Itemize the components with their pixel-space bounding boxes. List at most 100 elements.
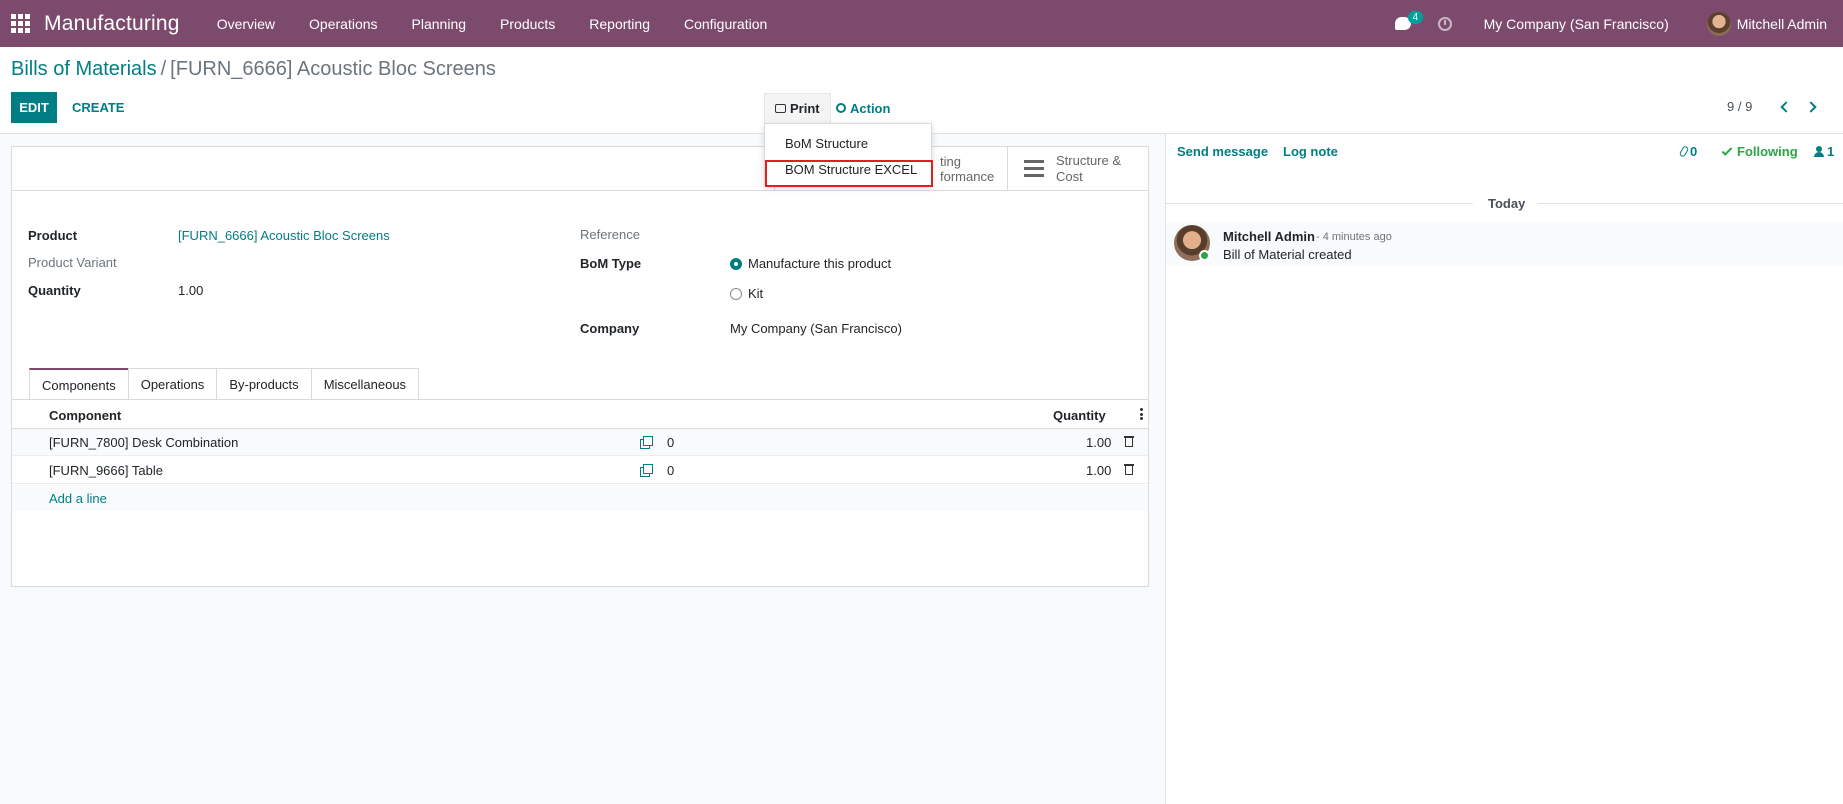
trash-icon[interactable] [1124,463,1134,475]
printer-icon [775,104,786,113]
breadcrumb-separator: / [160,58,167,80]
breadcrumb-current: [FURN_6666] Acoustic Bloc Screens [170,58,496,80]
radio-checked-icon [730,257,742,270]
column-header-quantity[interactable]: Quantity [1053,408,1106,423]
main-menu: Overview Operations Planning Products Re… [200,0,785,47]
attachments-button[interactable]: 0 [1678,144,1698,159]
print-menu-bom-structure-excel[interactable]: BOM Structure EXCEL [785,162,917,177]
bom-type-kit-option[interactable]: Kit [730,286,763,301]
check-icon [1721,144,1733,156]
table-row[interactable]: [FURN_7800] Desk Combination 0 1.00 [12,429,1148,456]
add-a-line-link[interactable]: Add a line [49,491,107,506]
reference-label: Reference [580,227,640,242]
routing-label-line1: ting [940,154,961,169]
table-row[interactable]: [FURN_9666] Table 0 1.00 [12,457,1148,484]
quantity-value: 1.00 [178,283,204,298]
notebook-tabs: Components Operations By-products Miscel… [29,368,420,400]
user-avatar [1706,11,1731,36]
print-menu-bom-structure[interactable]: BoM Structure [785,136,868,151]
product-label: Product [28,228,78,243]
chevron-right-icon [1804,101,1817,113]
company-value: My Company (San Francisco) [730,321,902,336]
action-label: Action [850,100,891,116]
optional-columns-kebab-icon[interactable] [1140,408,1143,420]
chatter-message: Mitchell Admin - 4 minutes ago Bill of M… [1166,222,1843,266]
gear-icon [836,103,846,113]
chat-count-badge: 4 [1407,11,1424,24]
user-name: Mitchell Admin [1736,15,1827,32]
print-dropdown-menu: BoM Structure BOM Structure EXCEL [764,123,932,186]
trash-icon[interactable] [1124,435,1134,447]
tab-components[interactable]: Components [29,368,129,400]
apps-menu-icon[interactable] [0,0,40,47]
action-dropdown-button[interactable]: Action [832,93,894,123]
component-count-cell: 0 [667,435,675,450]
create-button[interactable]: CREATE [64,92,132,123]
attachments-count: 0 [1690,144,1698,159]
smart-button-box: ting formance Structure & Cost [12,147,1148,191]
pager-previous-button[interactable] [1773,97,1795,117]
column-header-component[interactable]: Component [49,408,121,423]
tab-miscellaneous[interactable]: Miscellaneous [310,368,420,400]
user-icon [1814,146,1824,157]
quantity-cell: 1.00 [1086,463,1112,478]
product-variant-label: Product Variant [28,255,117,270]
components-table-header: Component Quantity [12,400,1148,429]
bom-type-kit-label: Kit [748,286,764,301]
print-label: Print [790,101,820,116]
tab-by-products[interactable]: By-products [216,368,312,400]
menu-reporting[interactable]: Reporting [572,0,667,47]
bom-type-label: BoM Type [580,256,642,271]
message-date: - 4 minutes ago [1316,231,1392,243]
component-cell: [FURN_9666] Table [49,463,163,478]
date-separator-label: Today [1488,196,1526,211]
menu-products[interactable]: Products [483,0,572,47]
form-sheet: ting formance Structure & Cost Product [… [11,146,1149,587]
message-body: Bill of Material created [1223,247,1352,262]
breadcrumb: Bills of Materials / [FURN_6666] Acoustic … [11,58,496,81]
product-link[interactable]: [FURN_6666] Acoustic Bloc Screens [178,228,390,243]
tab-operations[interactable]: Operations [127,368,218,400]
copy-icon[interactable] [640,464,653,477]
date-separator: Today [1166,196,1843,211]
user-menu[interactable]: Mitchell Admin [1706,11,1827,36]
following-button[interactable]: Following [1721,144,1798,159]
send-message-button[interactable]: Send message [1177,144,1268,159]
activity-clock-icon[interactable] [1437,16,1452,31]
menu-operations[interactable]: Operations [292,0,394,47]
radio-unchecked-icon [730,287,742,300]
menu-configuration[interactable]: Configuration [667,0,784,47]
messaging-menu[interactable]: 4 [1388,0,1424,47]
component-cell: [FURN_7800] Desk Combination [49,435,239,450]
quantity-label: Quantity [28,283,81,298]
app-name[interactable]: Manufacturing [44,12,180,36]
bom-type-manufacture-label: Manufacture this product [748,256,892,271]
followers-count: 1 [1827,144,1835,159]
copy-icon[interactable] [640,436,653,449]
pager-value[interactable]: 9 / 9 [1727,99,1752,114]
top-navbar: Manufacturing Overview Operations Planni… [0,0,1843,47]
following-label: Following [1737,144,1798,159]
message-author[interactable]: Mitchell Admin [1223,229,1315,244]
structure-cost-button[interactable]: Structure & Cost [1007,147,1148,190]
paperclip-icon [1678,145,1690,158]
structure-label-line2: Cost [1056,168,1083,184]
pager-next-button[interactable] [1801,97,1823,117]
company-label: Company [580,321,640,336]
routing-label-line2: formance [940,169,995,184]
quantity-cell: 1.00 [1086,435,1112,450]
menu-overview[interactable]: Overview [200,0,292,47]
menu-planning[interactable]: Planning [395,0,484,47]
online-status-icon [1199,250,1210,261]
add-line-row [12,485,1148,511]
edit-button[interactable]: EDIT [11,92,57,123]
followers-button[interactable]: 1 [1814,144,1834,159]
company-switcher[interactable]: My Company (San Francisco) [1484,16,1669,32]
component-count-cell: 0 [667,463,675,478]
breadcrumb-parent-link[interactable]: Bills of Materials [11,58,157,80]
bom-type-manufacture-option[interactable]: Manufacture this product [730,256,891,271]
chatter-panel: Send message Log note 0 Following 1 Toda… [1165,134,1843,804]
bars-icon [1024,160,1044,177]
log-note-button[interactable]: Log note [1283,144,1338,159]
print-dropdown-button[interactable]: Print [764,93,831,123]
